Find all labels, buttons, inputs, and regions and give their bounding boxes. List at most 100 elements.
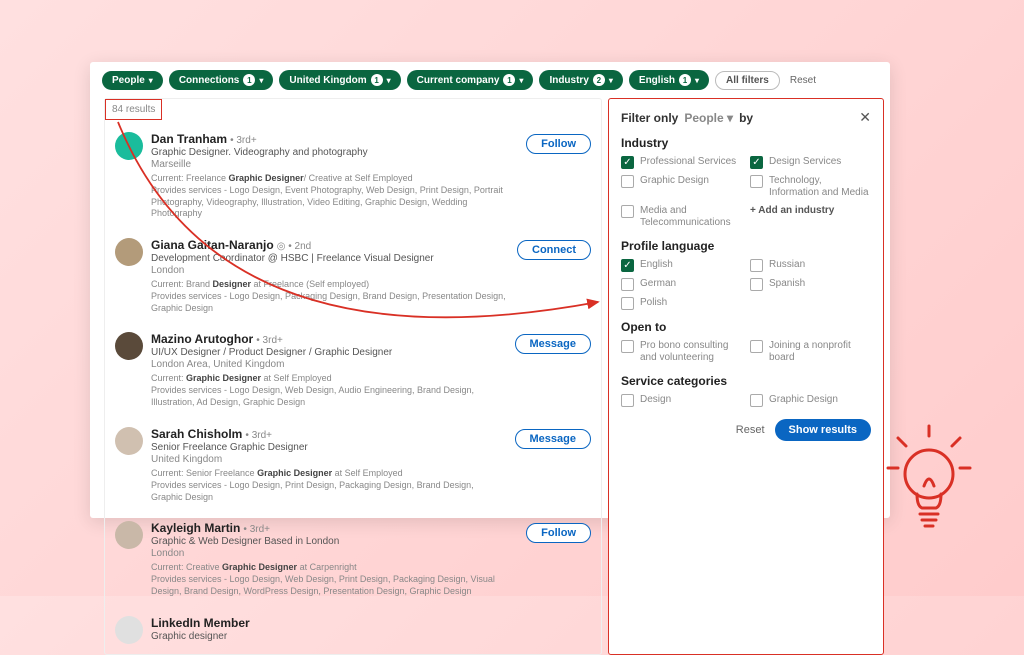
- result-action-button[interactable]: Follow: [526, 134, 591, 154]
- result-row[interactable]: LinkedIn Member Graphic designer: [105, 608, 601, 654]
- result-main: Mazino Arutoghor • 3rd+ UI/UX Designer /…: [151, 332, 507, 408]
- filter-option-label: Technology, Information and Media: [769, 175, 871, 199]
- checkbox-icon[interactable]: [621, 205, 634, 218]
- checkbox-icon[interactable]: ✓: [621, 156, 634, 169]
- section-heading: Profile language: [621, 239, 871, 253]
- checkbox-icon[interactable]: [621, 297, 634, 310]
- result-current: Current: Senior Freelance Graphic Design…: [151, 468, 507, 478]
- result-action-button[interactable]: Message: [515, 334, 591, 354]
- all-filters-button[interactable]: All filters: [715, 71, 780, 90]
- filter-option-label: German: [640, 278, 676, 290]
- avatar: [115, 132, 143, 160]
- result-title: Senior Freelance Graphic Designer: [151, 442, 507, 453]
- filter-option-label: Design: [640, 394, 671, 406]
- result-title: Graphic Designer. Videography and photog…: [151, 147, 518, 158]
- filter-reset-button[interactable]: Reset: [736, 424, 765, 436]
- filter-option[interactable]: ✓English: [621, 259, 742, 272]
- checkbox-icon[interactable]: [750, 259, 763, 272]
- avatar: [115, 427, 143, 455]
- result-row[interactable]: Mazino Arutoghor • 3rd+ UI/UX Designer /…: [105, 324, 601, 418]
- lightbulb-icon: [884, 424, 974, 534]
- pill-label: Current company: [417, 75, 500, 86]
- filter-option[interactable]: Technology, Information and Media: [750, 175, 871, 199]
- pill-industry[interactable]: Industry2▾: [539, 70, 622, 90]
- result-main: Sarah Chisholm • 3rd+ Senior Freelance G…: [151, 427, 507, 503]
- result-degree: • 3rd+: [243, 524, 270, 535]
- add-industry-link[interactable]: + Add an industry: [750, 205, 834, 217]
- section-heading: Service categories: [621, 374, 871, 388]
- checkbox-icon[interactable]: [621, 394, 634, 407]
- result-location: London: [151, 548, 518, 559]
- checkbox-icon[interactable]: ✓: [750, 156, 763, 169]
- checkbox-icon[interactable]: [750, 175, 763, 188]
- filter-option[interactable]: ✓ Design Services: [750, 156, 871, 169]
- filter-panel: Filter only People ▾ by ✕ Industry ✓Prof…: [608, 98, 884, 655]
- result-degree: • 3rd+: [256, 335, 283, 346]
- result-action-button[interactable]: Follow: [526, 523, 591, 543]
- pill-label: English: [639, 75, 675, 86]
- result-main: LinkedIn Member Graphic designer: [151, 616, 591, 644]
- avatar: [115, 238, 143, 266]
- result-title: Graphic & Web Designer Based in London: [151, 536, 518, 547]
- result-action-button[interactable]: Message: [515, 429, 591, 449]
- filter-option[interactable]: German: [621, 278, 742, 291]
- filter-option[interactable]: ✓ Professional Services: [621, 156, 742, 169]
- pill-connections[interactable]: Connections1▾: [169, 70, 274, 90]
- result-name[interactable]: Sarah Chisholm: [151, 427, 242, 441]
- result-name[interactable]: Giana Gaitan-Naranjo: [151, 238, 274, 252]
- result-degree: • 3rd+: [230, 135, 257, 146]
- pill-people[interactable]: People▾: [102, 71, 163, 90]
- filter-pills-bar: People▾ Connections1▾ United Kingdom1▾ C…: [90, 62, 890, 98]
- filter-option[interactable]: Russian: [750, 259, 871, 272]
- result-name[interactable]: Kayleigh Martin: [151, 521, 240, 535]
- avatar: [115, 332, 143, 360]
- chevron-down-icon: ▾: [259, 76, 263, 85]
- filter-option[interactable]: Spanish: [750, 278, 871, 291]
- result-row[interactable]: Dan Tranham • 3rd+ Graphic Designer. Vid…: [105, 124, 601, 230]
- filter-footer: Reset Show results: [621, 419, 871, 441]
- reset-link[interactable]: Reset: [790, 75, 816, 86]
- filter-option[interactable]: Pro bono consulting and volunteering: [621, 340, 742, 364]
- filter-option[interactable]: Media and Telecommunications: [621, 205, 742, 229]
- checkbox-icon[interactable]: [621, 175, 634, 188]
- filter-option-label: Graphic Design: [640, 175, 709, 187]
- result-row[interactable]: Kayleigh Martin • 3rd+ Graphic & Web Des…: [105, 513, 601, 607]
- filter-option-label: Joining a nonprofit board: [769, 340, 871, 364]
- result-name[interactable]: LinkedIn Member: [151, 616, 250, 630]
- filter-dropdown[interactable]: People ▾: [684, 111, 733, 125]
- result-degree: • 3rd+: [245, 430, 272, 441]
- avatar: [115, 616, 143, 644]
- section-heading: Industry: [621, 136, 871, 150]
- result-current: Current: Creative Graphic Designer at Ca…: [151, 562, 518, 572]
- show-results-button[interactable]: Show results: [775, 419, 871, 441]
- result-services: Provides services - Logo Design, Print D…: [151, 480, 507, 503]
- chevron-down-icon: ▾: [387, 76, 391, 85]
- pill-location[interactable]: United Kingdom1▾: [279, 70, 400, 90]
- result-main: Kayleigh Martin • 3rd+ Graphic & Web Des…: [151, 521, 518, 597]
- checkbox-icon[interactable]: [621, 278, 634, 291]
- results-count: 84 results: [105, 99, 162, 120]
- pill-current-company[interactable]: Current company1▾: [407, 70, 534, 90]
- checkbox-icon[interactable]: [750, 340, 763, 353]
- checkbox-icon[interactable]: ✓: [621, 259, 634, 272]
- section-heading: Open to: [621, 320, 871, 334]
- result-row[interactable]: Sarah Chisholm • 3rd+ Senior Freelance G…: [105, 419, 601, 513]
- filter-option[interactable]: Graphic Design: [621, 175, 742, 199]
- checkbox-icon[interactable]: [750, 278, 763, 291]
- result-name[interactable]: Dan Tranham: [151, 132, 227, 146]
- filter-option-label: Design Services: [769, 156, 841, 168]
- result-row[interactable]: Giana Gaitan-Naranjo ◎ • 2nd Development…: [105, 230, 601, 324]
- checkbox-icon[interactable]: [621, 340, 634, 353]
- result-services: Provides services - Logo Design, Web Des…: [151, 574, 518, 597]
- filter-option[interactable]: Joining a nonprofit board: [750, 340, 871, 364]
- filter-option[interactable]: Design: [621, 394, 742, 407]
- result-action-button[interactable]: Connect: [517, 240, 591, 260]
- checkbox-icon[interactable]: [750, 394, 763, 407]
- filter-option[interactable]: Polish: [621, 297, 742, 310]
- result-name[interactable]: Mazino Arutoghor: [151, 332, 253, 346]
- filter-option[interactable]: Graphic Design: [750, 394, 871, 407]
- filter-option-label: Professional Services: [640, 156, 736, 168]
- result-current: Current: Brand Designer at Freelance (Se…: [151, 279, 509, 289]
- close-icon[interactable]: ✕: [859, 109, 871, 126]
- pill-language[interactable]: English1▾: [629, 70, 709, 90]
